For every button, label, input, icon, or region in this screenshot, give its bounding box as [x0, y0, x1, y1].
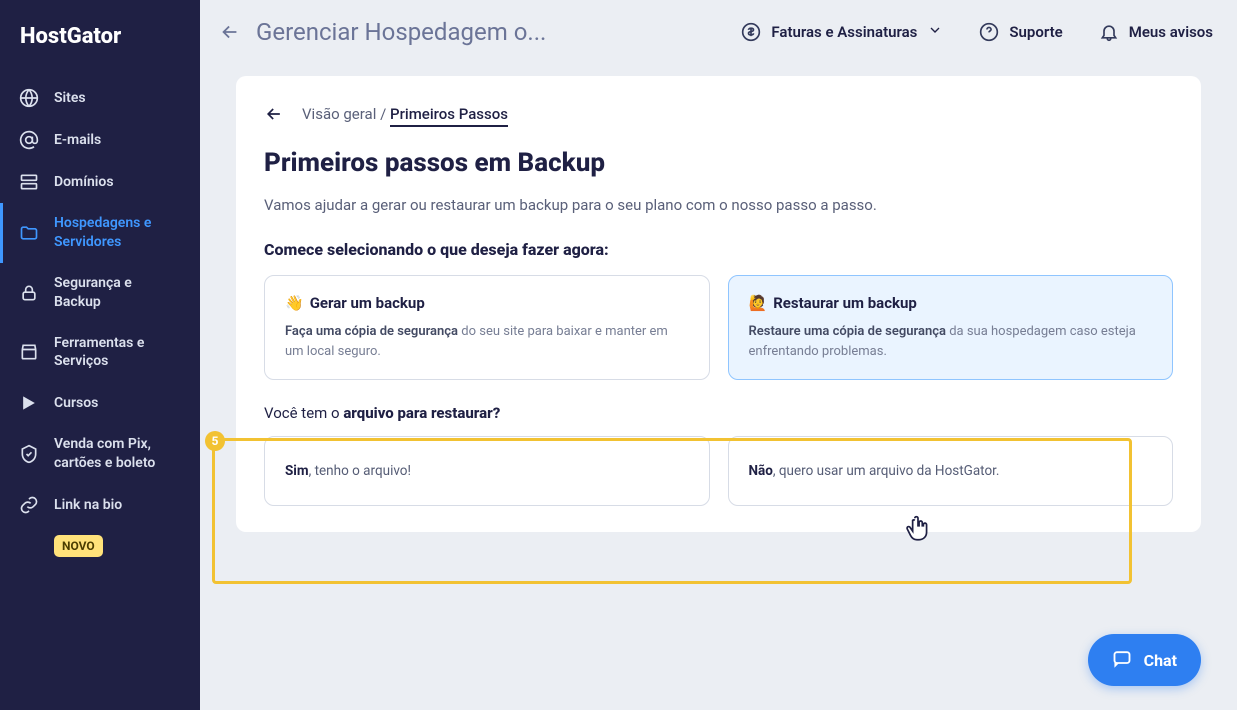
answer-no[interactable]: Não, quero usar um arquivo da HostGator.	[728, 436, 1174, 506]
option-title: Gerar um backup	[310, 294, 425, 312]
storefront-icon	[18, 342, 40, 362]
play-icon	[18, 393, 40, 413]
help-icon	[979, 22, 999, 42]
select-prompt: Comece selecionando o que deseja fazer a…	[264, 240, 1173, 259]
sidebar-item-venda[interactable]: Venda com Pix, cartões e boleto	[0, 424, 200, 484]
sidebar-item-label: Ferramentas e Serviços	[54, 334, 182, 372]
raise-hand-emoji-icon: 🙋	[749, 294, 768, 312]
server-icon	[18, 172, 40, 192]
chat-label: Chat	[1144, 651, 1177, 670]
sidebar-item-label: Link na bio	[54, 496, 182, 515]
dollar-icon	[741, 22, 761, 42]
lock-icon	[18, 283, 40, 303]
sidebar-item-dominios[interactable]: Domínios	[0, 161, 200, 203]
notices-label: Meus avisos	[1129, 23, 1213, 41]
at-icon	[18, 130, 40, 150]
callout-step-number: 5	[205, 431, 225, 451]
action-options: 👋 Gerar um backup Faça uma cópia de segu…	[264, 275, 1173, 380]
sidebar-nav: Sites E-mails Domínios Hospedagens e Ser…	[0, 77, 200, 710]
sidebar-item-cursos[interactable]: Cursos	[0, 382, 200, 424]
brand-logo: HostGator	[0, 0, 200, 77]
folder-icon	[18, 223, 40, 243]
topbar: Gerenciar Hospedagem o... Faturas e Assi…	[200, 0, 1237, 64]
breadcrumb-text: Visão geral / Primeiros Passos	[302, 105, 508, 123]
link-icon	[18, 495, 40, 515]
page-heading: Primeiros passos em Backup	[264, 148, 1173, 178]
sidebar-item-label: Sites	[54, 89, 182, 108]
support-link[interactable]: Suporte	[979, 22, 1062, 42]
main-area: Gerenciar Hospedagem o... Faturas e Assi…	[200, 0, 1237, 710]
breadcrumb-current: Primeiros Passos	[390, 105, 508, 127]
answer-yes[interactable]: Sim, tenho o arquivo!	[264, 436, 710, 506]
sidebar-item-hospedagens[interactable]: Hospedagens e Servidores	[0, 203, 200, 263]
question-file: Você tem o arquivo para restaurar?	[264, 404, 1173, 422]
globe-icon	[18, 88, 40, 108]
sidebar-item-label: Venda com Pix, cartões e boleto	[54, 435, 182, 473]
billing-label: Faturas e Assinaturas	[771, 23, 917, 41]
content-wrap: Visão geral / Primeiros Passos Primeiros…	[200, 64, 1237, 710]
sidebar-item-ferramentas[interactable]: Ferramentas e Serviços	[0, 323, 200, 383]
novo-badge: NOVO	[54, 535, 103, 557]
option-generate-backup[interactable]: 👋 Gerar um backup Faça uma cópia de segu…	[264, 275, 710, 380]
wave-emoji-icon: 👋	[285, 294, 304, 312]
sidebar-item-sites[interactable]: Sites	[0, 77, 200, 119]
option-desc: Faça uma cópia de segurança do seu site …	[285, 322, 689, 361]
breadcrumb-back[interactable]	[264, 104, 284, 124]
chat-button[interactable]: Chat	[1088, 634, 1201, 686]
sidebar: HostGator Sites E-mails Domínios Hospeda…	[0, 0, 200, 710]
option-title: Restaurar um backup	[773, 294, 917, 312]
sidebar-item-seguranca[interactable]: Segurança e Backup	[0, 263, 200, 323]
top-actions: Faturas e Assinaturas Suporte Meus aviso…	[741, 22, 1213, 42]
sidebar-item-linkbio[interactable]: Link na bio NOVO	[0, 484, 200, 568]
sidebar-item-label: Cursos	[54, 394, 182, 413]
chevron-down-icon	[927, 22, 943, 42]
option-desc: Restaure uma cópia de segurança da sua h…	[749, 322, 1153, 361]
bell-icon	[1099, 22, 1119, 42]
shield-icon	[18, 444, 40, 464]
sidebar-item-label: Hospedagens e Servidores	[54, 214, 182, 252]
page-context-title: Gerenciar Hospedagem o...	[256, 18, 733, 46]
breadcrumb-parent[interactable]: Visão geral	[302, 105, 376, 123]
sidebar-item-emails[interactable]: E-mails	[0, 119, 200, 161]
page-intro: Vamos ajudar a gerar ou restaurar um bac…	[264, 196, 1173, 214]
breadcrumb-sep: /	[380, 105, 386, 123]
sidebar-item-label: Domínios	[54, 173, 182, 192]
sidebar-item-label: Segurança e Backup	[54, 274, 182, 312]
main-card: Visão geral / Primeiros Passos Primeiros…	[236, 76, 1201, 532]
billing-menu[interactable]: Faturas e Assinaturas	[741, 22, 943, 42]
breadcrumb: Visão geral / Primeiros Passos	[264, 104, 1173, 124]
notices-link[interactable]: Meus avisos	[1099, 22, 1213, 42]
option-restore-backup[interactable]: 🙋 Restaurar um backup Restaure uma cópia…	[728, 275, 1174, 380]
back-button[interactable]	[212, 14, 248, 50]
file-answers: Sim, tenho o arquivo! Não, quero usar um…	[264, 436, 1173, 506]
chat-icon	[1112, 648, 1132, 672]
support-label: Suporte	[1009, 23, 1062, 41]
sidebar-item-label: E-mails	[54, 131, 182, 150]
